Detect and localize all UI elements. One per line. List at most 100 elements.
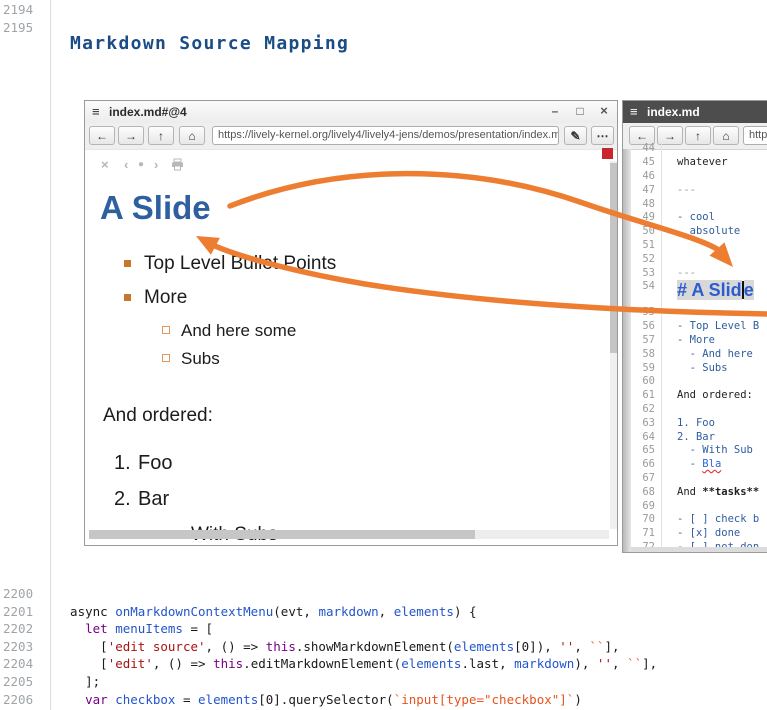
code-token: markdown	[318, 604, 378, 619]
slide-ordered-text: Bar	[138, 488, 169, 510]
editor-line: 49- cool	[631, 211, 767, 225]
expand-icon[interactable]: ×	[101, 157, 109, 172]
editor-line-text: - And here	[677, 348, 759, 360]
editor-line-number: 71	[633, 527, 655, 539]
code-line: 2203 ['edit source', () => this.showMark…	[0, 639, 767, 657]
slide-ordered-number: 2.	[114, 488, 138, 511]
code-line-text: ['edit source', () => this.showMarkdownE…	[55, 639, 620, 654]
editor-line-number: 66	[633, 458, 655, 470]
editor-line-text: # A Slide	[677, 280, 754, 301]
menu-icon[interactable]: ≡	[92, 104, 100, 119]
editor-line: 642. Bar	[631, 431, 767, 445]
gutter-line-number: 2204	[3, 656, 33, 671]
slide-title: A Slide	[100, 189, 577, 227]
code-token: ),	[574, 656, 597, 671]
editor-line-number: 61	[633, 389, 655, 401]
editor-line-text: - [ ] check b	[677, 513, 759, 525]
editor-line: 68And **tasks**	[631, 486, 767, 500]
vertical-scrollbar[interactable]	[610, 161, 618, 529]
minimize-button[interactable]: –	[546, 103, 564, 119]
code-token: this	[266, 639, 296, 654]
more-options-icon[interactable]: ⋯	[591, 126, 614, 145]
code-token: 'edit'	[108, 656, 153, 671]
editor-line-text: - With Sub	[677, 444, 753, 456]
slide-ordered-item: 1.Foo	[100, 452, 577, 475]
right-window-titlebar[interactable]: ≡ index.md	[623, 101, 767, 123]
editor-line-text: whatever	[677, 156, 728, 168]
vertical-scrollbar-thumb[interactable]	[610, 163, 618, 353]
code-token: [0]),	[514, 639, 559, 654]
slide-bullet-item: More	[100, 287, 577, 309]
editor-line: 62	[631, 403, 767, 417]
code-token: let	[85, 621, 108, 636]
code-line: 2204 ['edit', () => this.editMarkdownEle…	[0, 656, 767, 674]
editor-line: 44	[631, 142, 767, 156]
code-line-text: ['edit', () => this.editMarkdownElement(…	[55, 656, 657, 671]
editor-horizontal-scrollbar[interactable]	[631, 547, 767, 552]
left-window-titlebar[interactable]: ≡ index.md#@4 – □ ×	[85, 101, 617, 124]
slide-paragraph: And ordered:	[103, 405, 577, 427]
print-icon[interactable]	[171, 158, 184, 174]
code-token	[55, 692, 85, 707]
code-token: this	[213, 656, 243, 671]
code-token: [	[55, 656, 108, 671]
editor-token: - [x] done	[677, 527, 740, 539]
markdown-source-editor[interactable]: 4445whatever4647---4849- cool50 absolute…	[631, 142, 767, 547]
editor-line-number: 70	[633, 513, 655, 525]
code-token: ];	[55, 674, 100, 689]
home-icon[interactable]: ⌂	[179, 126, 205, 145]
slide-bullet-item: And here some	[100, 321, 577, 341]
prev-slide-icon[interactable]: ‹	[124, 157, 128, 172]
url-input[interactable]: https://lively-kernel.org/lively4/lively…	[212, 126, 559, 145]
editor-line-number: 63	[633, 417, 655, 429]
up-icon[interactable]: ↑	[148, 126, 174, 145]
editor-line-number: 58	[633, 348, 655, 360]
editor-line-text: - More	[677, 334, 715, 346]
page-title: Markdown Source Mapping	[70, 33, 349, 54]
horizontal-scrollbar[interactable]	[89, 530, 609, 539]
editor-line-number: 51	[633, 239, 655, 251]
menu-icon[interactable]: ≡	[630, 104, 638, 119]
next-slide-icon[interactable]: ›	[154, 157, 158, 172]
edit-pencil-icon[interactable]: ✎	[564, 126, 587, 145]
editor-line: 53---	[631, 267, 767, 281]
editor-token: - Top Level B	[677, 320, 759, 332]
editor-token: e	[744, 280, 754, 300]
slide-bullet-item: Subs	[100, 349, 577, 369]
editor-line-number: 65	[633, 444, 655, 456]
editor-line: 70 - [ ] check b	[631, 513, 767, 527]
gutter-line-number: 2200	[3, 586, 33, 601]
editor-line-text: 2. Bar	[677, 431, 715, 443]
code-line-text: async onMarkdownContextMenu(evt, markdow…	[55, 604, 477, 619]
editor-line: 51	[631, 239, 767, 253]
code-token: elements	[454, 639, 514, 654]
browser-window-presentation: ≡ index.md#@4 – □ × ← → ↑ ⌂ https://live…	[84, 100, 618, 546]
code-token: [	[55, 639, 108, 654]
gutter-line-number: 2203	[3, 639, 33, 654]
gutter-line-number: 2205	[3, 674, 33, 689]
editor-token: **tasks**	[702, 486, 759, 498]
slide-bullet-list: Top Level Bullet PointsMoreAnd here some…	[100, 253, 577, 369]
editor-line: 63 1. Foo	[631, 417, 767, 431]
editor-line-number: 62	[633, 403, 655, 415]
horizontal-scrollbar-thumb[interactable]	[89, 530, 475, 539]
code-token: evt	[281, 604, 304, 619]
editor-token: 2. Bar	[677, 431, 715, 443]
editor-token: absolute	[677, 225, 740, 237]
code-token: ''	[559, 639, 574, 654]
close-button[interactable]: ×	[595, 103, 613, 119]
editor-token: 1. Foo	[677, 417, 715, 429]
back-icon[interactable]: ←	[89, 126, 115, 145]
editor-token: And ordered:	[677, 389, 753, 401]
maximize-button[interactable]: □	[571, 103, 589, 119]
editor-token: ---	[677, 184, 696, 196]
current-slide-dot-icon[interactable]: ●	[138, 159, 144, 170]
editor-token: Bla	[702, 458, 721, 470]
editor-line-text: - Subs	[677, 362, 728, 374]
forward-icon[interactable]: →	[118, 126, 144, 145]
editor-line-number: 53	[633, 267, 655, 279]
code-token: elements	[394, 604, 454, 619]
code-line: 2205 ];	[0, 674, 767, 692]
editor-line-text: 1. Foo	[677, 417, 715, 429]
editor-left-scroll-strip[interactable]	[623, 149, 631, 552]
